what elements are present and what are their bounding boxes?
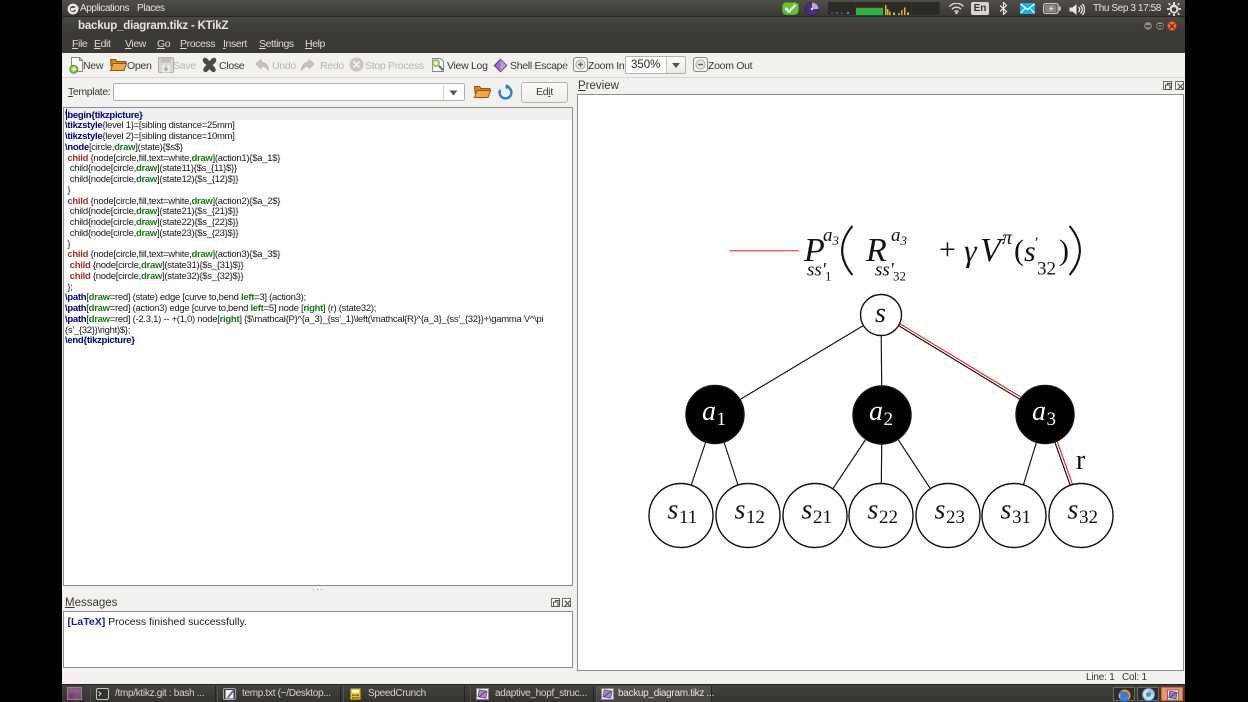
- svg-text:ss′: ss′: [807, 260, 827, 281]
- svg-text:r: r: [1076, 445, 1086, 476]
- svg-text:22: 22: [879, 507, 898, 528]
- svg-text:32: 32: [1079, 507, 1098, 528]
- svg-text:s: s: [802, 495, 813, 526]
- svg-text:3: 3: [900, 233, 908, 248]
- svg-text:a: a: [1032, 396, 1046, 427]
- svg-text:32: 32: [893, 269, 906, 284]
- svg-text:21: 21: [813, 507, 832, 528]
- svg-text:s: s: [868, 495, 879, 526]
- svg-text:a: a: [891, 225, 901, 246]
- svg-text:23: 23: [946, 507, 965, 528]
- svg-text:ss′: ss′: [875, 260, 895, 281]
- svg-text:s: s: [1068, 495, 1079, 526]
- svg-text:s: s: [875, 298, 886, 329]
- svg-text:2: 2: [884, 409, 894, 430]
- svg-text:12: 12: [746, 507, 765, 528]
- svg-text:s: s: [1001, 495, 1012, 526]
- svg-text:π: π: [1002, 227, 1013, 249]
- svg-text:′: ′: [1035, 235, 1039, 252]
- svg-text:a: a: [702, 396, 716, 427]
- svg-text:1: 1: [825, 269, 832, 284]
- svg-text:s: s: [1024, 235, 1036, 268]
- svg-text:1: 1: [717, 409, 727, 430]
- svg-text:s: s: [668, 495, 679, 526]
- svg-text:32: 32: [1037, 259, 1056, 280]
- svg-text:3: 3: [832, 233, 840, 248]
- svg-text:a: a: [823, 225, 833, 246]
- svg-text:a: a: [869, 396, 883, 427]
- svg-text:(: (: [1014, 234, 1024, 267]
- svg-text:γ: γ: [964, 232, 978, 268]
- svg-text:+: +: [939, 233, 956, 266]
- svg-text:11: 11: [679, 507, 697, 528]
- svg-text:s: s: [735, 495, 746, 526]
- svg-text:s: s: [935, 495, 946, 526]
- svg-text:3: 3: [1047, 409, 1057, 430]
- svg-text:31: 31: [1012, 507, 1031, 528]
- svg-text:): ): [1059, 234, 1069, 267]
